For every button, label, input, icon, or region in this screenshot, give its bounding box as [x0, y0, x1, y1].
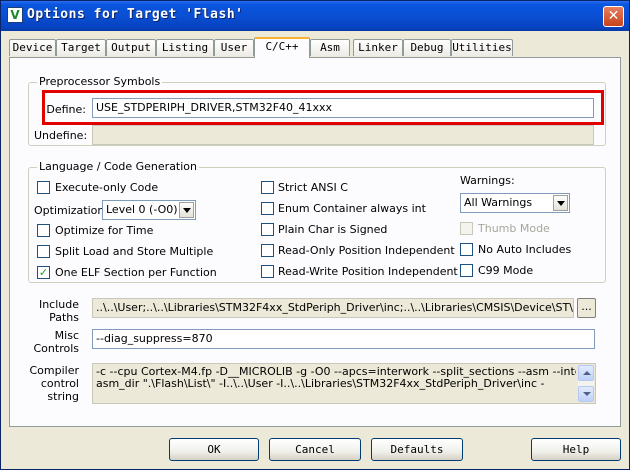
misc-controls-input[interactable]: --diag_suppress=870: [92, 329, 595, 349]
close-button[interactable]: ✕: [603, 6, 624, 27]
optimize-time-label: Optimize for Time: [55, 224, 154, 237]
scroll-down-icon[interactable]: [578, 386, 594, 402]
plain-char-label: Plain Char is Signed: [278, 223, 388, 236]
chevron-down-icon[interactable]: [553, 195, 568, 211]
c99-mode-checkbox[interactable]: [460, 264, 473, 277]
compiler-control-line1: -c --cpu Cortex-M4.fp -D__MICROLIB -g -O…: [96, 366, 576, 378]
strict-ansi-checkbox[interactable]: [261, 181, 274, 194]
no-auto-includes-label: No Auto Includes: [478, 243, 572, 256]
rwpi-checkbox[interactable]: [261, 265, 274, 278]
warnings-label: Warnings:: [460, 174, 515, 187]
misc-controls-label-line1: Misc: [54, 329, 79, 342]
compiler-control-label-line1: Compiler: [29, 364, 79, 377]
tab-c-cpp[interactable]: C/C++: [254, 37, 310, 58]
options-dialog: V Options for Target 'Flash' ✕ Device Ta…: [0, 0, 630, 470]
execute-only-checkbox[interactable]: [37, 181, 50, 194]
one-elf-label: One ELF Section per Function: [55, 266, 217, 279]
split-load-checkbox[interactable]: [37, 245, 50, 258]
misc-controls-label-line2: Controls: [33, 342, 80, 355]
warnings-select[interactable]: All Warnings: [460, 193, 570, 213]
tab-listing[interactable]: Listing: [156, 39, 214, 56]
window-title: Options for Target 'Flash': [27, 7, 244, 22]
include-paths-label-line2: Paths: [49, 311, 79, 324]
uvision-app-icon: V: [7, 7, 23, 23]
execute-only-label: Execute-only Code: [55, 181, 159, 194]
include-paths-input[interactable]: ..\..\User;..\..\Libraries\STM32F4xx_Std…: [92, 298, 574, 318]
plain-char-checkbox[interactable]: [261, 223, 274, 236]
preprocessor-group-label: Preprocessor Symbols: [37, 75, 163, 88]
warnings-value: All Warnings: [464, 196, 533, 209]
defaults-button[interactable]: Defaults: [371, 438, 463, 461]
rwpi-label: Read-Write Position Independent: [278, 265, 458, 278]
strict-ansi-label: Strict ANSI C: [278, 181, 348, 194]
include-paths-browse-button[interactable]: ...: [577, 298, 596, 318]
c99-mode-label: C99 Mode: [478, 264, 534, 277]
compiler-control-string: -c --cpu Cortex-M4.fp -D__MICROLIB -g -O…: [92, 363, 596, 404]
split-load-label: Split Load and Store Multiple: [55, 245, 214, 258]
help-button[interactable]: Help: [531, 438, 621, 461]
thumb-mode-label: Thumb Mode: [478, 222, 550, 235]
tab-output[interactable]: Output: [106, 39, 156, 56]
tab-panel-c-cpp: Preprocessor Symbols Define: USE_STDPERI…: [9, 57, 621, 427]
undefine-label: Undefine:: [34, 129, 88, 142]
no-auto-includes-checkbox[interactable]: [460, 243, 473, 256]
optimization-label: Optimization:: [34, 204, 109, 217]
compiler-control-line2: asm_dir ".\Flash\List\" -I..\..\User -I.…: [96, 378, 545, 390]
enum-container-label: Enum Container always int: [278, 202, 426, 215]
tab-target[interactable]: Target: [56, 39, 106, 56]
ok-button[interactable]: OK: [169, 438, 259, 461]
tab-utilities[interactable]: Utilities: [451, 39, 513, 56]
compiler-control-label-line3: string: [47, 390, 79, 403]
tab-debug[interactable]: Debug: [403, 39, 451, 56]
optimize-time-checkbox[interactable]: [37, 224, 50, 237]
undefine-input[interactable]: [92, 125, 594, 145]
define-label: Define:: [46, 103, 86, 116]
title-bar[interactable]: V Options for Target 'Flash' ✕: [1, 1, 629, 31]
one-elf-checkbox[interactable]: ✓: [37, 266, 50, 279]
define-input[interactable]: USE_STDPERIPH_DRIVER,STM32F40_41xxx: [92, 98, 594, 118]
ropi-label: Read-Only Position Independent: [278, 244, 455, 257]
tab-user[interactable]: User: [214, 39, 254, 56]
tab-linker[interactable]: Linker: [353, 39, 403, 56]
language-group-label: Language / Code Generation: [37, 160, 200, 173]
optimization-select[interactable]: Level 0 (-O0): [102, 200, 196, 220]
ropi-checkbox[interactable]: [261, 244, 274, 257]
enum-container-checkbox[interactable]: [261, 202, 274, 215]
compiler-control-label-line2: control: [40, 377, 79, 390]
optimization-value: Level 0 (-O0): [106, 203, 178, 216]
cancel-button[interactable]: Cancel: [269, 438, 361, 461]
chevron-down-icon[interactable]: [179, 202, 194, 218]
include-paths-label-line1: Include: [38, 298, 79, 311]
tab-asm[interactable]: Asm: [310, 39, 350, 56]
thumb-mode-checkbox[interactable]: [460, 222, 473, 235]
scroll-up-icon[interactable]: [578, 365, 594, 381]
tab-device[interactable]: Device: [9, 39, 56, 56]
compiler-control-scrollbar[interactable]: [578, 365, 594, 402]
